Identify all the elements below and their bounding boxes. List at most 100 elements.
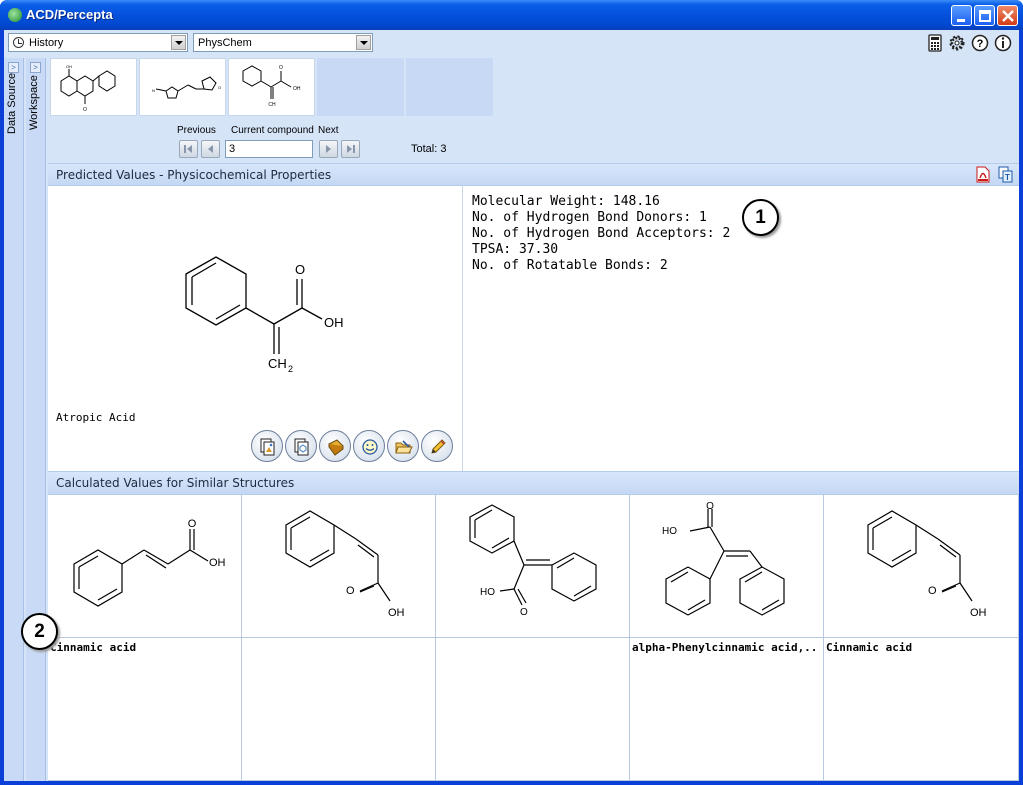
chevron-down-icon[interactable] bbox=[171, 35, 186, 50]
pdf-export-icon[interactable] bbox=[975, 166, 991, 183]
compound-thumbnail[interactable]: O OH bbox=[50, 58, 137, 116]
history-combo-value: History bbox=[29, 37, 64, 49]
help-icon[interactable]: ? bbox=[970, 33, 990, 53]
similar-structures-title: Calculated Values for Similar Structures bbox=[56, 476, 295, 490]
history-combo[interactable]: History bbox=[8, 33, 188, 52]
similar-structures-header: Calculated Values for Similar Structures bbox=[48, 471, 1019, 495]
expand-icon[interactable]: > bbox=[30, 62, 41, 73]
chevron-down-icon[interactable] bbox=[356, 35, 371, 50]
compound-thumbnail[interactable]: N O bbox=[139, 58, 226, 116]
expand-icon[interactable]: > bbox=[8, 62, 19, 73]
svg-text:O: O bbox=[218, 85, 221, 90]
hydroxyl-label: OH bbox=[388, 607, 405, 619]
oxygen-label: O bbox=[188, 518, 197, 530]
methylene-subscript: 2 bbox=[288, 364, 293, 374]
hbond-donors: No. of Hydrogen Bond Donors: 1 bbox=[472, 210, 707, 225]
similar-structure-cell[interactable]: HO O bbox=[630, 495, 824, 638]
molecular-weight: Molecular Weight: 148.16 bbox=[472, 194, 660, 209]
atropic-acid-structure: O OH CH 2 bbox=[185, 256, 344, 374]
edit-structure-button[interactable] bbox=[421, 430, 453, 462]
data-source-label: Data Source bbox=[6, 72, 18, 134]
predicted-values-title: Predicted Values - Physicochemical Prope… bbox=[56, 168, 332, 182]
total-count: Total: 3 bbox=[411, 143, 447, 155]
similar-name-cell[interactable] bbox=[242, 638, 436, 781]
similar-compound-name: alpha-Phenylcinnamic acid,.. bbox=[632, 641, 818, 654]
current-compound-label: Current compound bbox=[231, 125, 314, 136]
next-button[interactable] bbox=[319, 140, 338, 158]
alpha-phenylcinnamic-acid-structure: HO O bbox=[662, 501, 785, 616]
copy-structure-button[interactable] bbox=[285, 430, 317, 462]
gear-icon[interactable] bbox=[947, 33, 967, 53]
app-window: ACD/Percepta History PhysChem ? > Data S… bbox=[0, 0, 1023, 785]
similar-structures-grid: O OH O OH HO O HO O O OH Cinnamic acid a… bbox=[48, 495, 1019, 781]
similar-structure-cell[interactable]: O OH bbox=[242, 495, 436, 638]
first-button[interactable] bbox=[179, 140, 198, 158]
svg-text:T: T bbox=[1005, 173, 1010, 182]
oxygen-label: O bbox=[706, 501, 714, 512]
svg-text:N: N bbox=[152, 88, 155, 93]
similar-compound-name: Cinnamic acid bbox=[826, 641, 913, 654]
similar-name-cell[interactable]: alpha-Phenylcinnamic acid,.. bbox=[630, 638, 824, 781]
copy-image-icon bbox=[260, 438, 275, 456]
current-compound-input[interactable] bbox=[225, 140, 313, 158]
rotatable-bonds: No. of Rotatable Bonds: 2 bbox=[472, 258, 668, 273]
main-panel: O OH N O O OH CH Previous Current compou… bbox=[48, 56, 1019, 781]
empty-thumbnail-slot bbox=[317, 58, 404, 116]
pencil-icon bbox=[431, 439, 446, 454]
app-logo-icon bbox=[8, 8, 22, 22]
compound-name: Atropic Acid bbox=[56, 411, 136, 424]
property-list: Molecular Weight: 148.16 No. of Hydrogen… bbox=[472, 194, 730, 274]
workspace-tab[interactable]: > Workspace bbox=[26, 58, 46, 781]
toolbar: History PhysChem ? bbox=[4, 30, 1019, 56]
info-icon[interactable] bbox=[993, 33, 1013, 53]
compound-thumbnail-selected[interactable]: O OH CH bbox=[228, 58, 315, 116]
hydroxyl-label: HO bbox=[662, 526, 677, 537]
hydroxyl-label: HO bbox=[480, 587, 495, 598]
open-folder-icon bbox=[395, 440, 413, 454]
hydroxyl-label: OH bbox=[324, 315, 344, 330]
svg-text:OH: OH bbox=[66, 64, 72, 69]
module-combo[interactable]: PhysChem bbox=[193, 33, 373, 52]
copy-text-icon[interactable]: T bbox=[998, 166, 1014, 183]
svg-text:OH: OH bbox=[293, 86, 301, 92]
report-book-button[interactable] bbox=[319, 430, 351, 462]
open-structure-button[interactable] bbox=[387, 430, 419, 462]
previous-label: Previous bbox=[177, 125, 216, 136]
previous-button[interactable] bbox=[201, 140, 220, 158]
svg-text:O: O bbox=[279, 65, 283, 71]
oxygen-label: O bbox=[928, 585, 937, 597]
data-source-tab[interactable]: > Data Source bbox=[4, 58, 24, 781]
title-bar[interactable]: ACD/Percepta bbox=[0, 0, 1023, 30]
similar-structure-cell[interactable]: O OH bbox=[824, 495, 1019, 638]
minimize-button[interactable] bbox=[951, 5, 972, 26]
cinnamic-acid-cis-structure: O OH bbox=[867, 510, 987, 619]
window-title: ACD/Percepta bbox=[26, 7, 113, 22]
maximize-button[interactable] bbox=[974, 5, 995, 26]
callout-two: 2 bbox=[21, 613, 58, 650]
compound-history-strip: O OH N O O OH CH Previous Current compou… bbox=[48, 56, 1019, 163]
oxygen-label: O bbox=[295, 262, 305, 277]
calculator-icon[interactable] bbox=[925, 33, 945, 53]
similar-structure-cell[interactable]: HO O bbox=[436, 495, 630, 638]
workspace-label: Workspace bbox=[28, 75, 40, 130]
copy-image-button[interactable] bbox=[251, 430, 283, 462]
next-label: Next bbox=[318, 125, 339, 136]
similar-compound-name: Cinnamic acid bbox=[50, 641, 137, 654]
module-combo-value: PhysChem bbox=[198, 37, 252, 49]
client-area: History PhysChem ? > Data Source > Works… bbox=[4, 30, 1019, 781]
similar-structure-cell[interactable]: O OH bbox=[48, 495, 242, 638]
copy-structure-icon bbox=[294, 438, 309, 456]
similar-name-cell[interactable]: Cinnamic acid bbox=[48, 638, 242, 781]
predicted-values-header: Predicted Values - Physicochemical Prope… bbox=[48, 163, 1019, 186]
book-icon bbox=[328, 439, 344, 456]
properties-panel: Molecular Weight: 148.16 No. of Hydrogen… bbox=[464, 186, 1019, 471]
close-button[interactable] bbox=[997, 5, 1018, 26]
clock-icon bbox=[13, 37, 24, 48]
similar-name-cell[interactable] bbox=[436, 638, 630, 781]
svg-text:?: ? bbox=[977, 38, 984, 50]
similar-name-cell[interactable]: Cinnamic acid bbox=[824, 638, 1019, 781]
last-button[interactable] bbox=[341, 140, 360, 158]
smiley-button[interactable] bbox=[353, 430, 385, 462]
hbond-acceptors: No. of Hydrogen Bond Acceptors: 2 bbox=[472, 226, 731, 241]
cis-cinnamic-acid-structure: O OH bbox=[285, 510, 405, 619]
